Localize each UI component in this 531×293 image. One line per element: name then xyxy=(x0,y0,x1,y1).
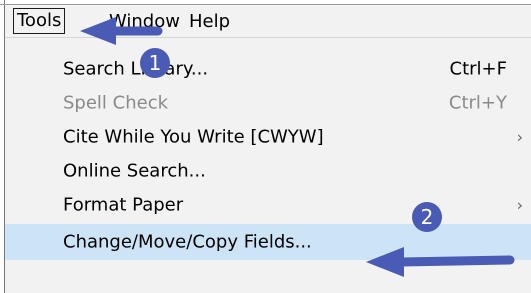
menu-item-shortcut: Ctrl+Y xyxy=(448,92,507,114)
menu-item-label: Search Library... xyxy=(63,58,209,80)
screenshot-frame: Window Help Tools Search Library... Ctrl… xyxy=(0,0,531,293)
menu-item-cite-while-you-write[interactable]: Cite While You Write [CWYW] › xyxy=(5,120,531,154)
menu-item-label: Spell Check xyxy=(63,92,169,114)
menu-window[interactable]: Window xyxy=(105,7,184,37)
chevron-right-icon: › xyxy=(516,127,523,147)
menu-tools[interactable]: Tools xyxy=(13,8,66,34)
menu-item-label: Cite While You Write [CWYW] xyxy=(63,126,324,148)
tools-dropdown-menu: Search Library... Ctrl+F Spell Check Ctr… xyxy=(5,38,531,280)
menu-item-format-paper[interactable]: Format Paper › xyxy=(5,188,531,222)
menu-item-shortcut: Ctrl+F xyxy=(449,58,507,80)
menu-help[interactable]: Help xyxy=(185,7,234,37)
menu-item-label: Format Paper xyxy=(63,194,184,216)
menu-bar: Window Help Tools xyxy=(5,5,531,38)
menu-item-change-move-copy-fields[interactable]: Change/Move/Copy Fields... xyxy=(5,224,531,260)
menu-item-search-library[interactable]: Search Library... Ctrl+F xyxy=(5,52,531,86)
menu-item-label: Change/Move/Copy Fields... xyxy=(63,231,312,253)
menu-item-label: Online Search... xyxy=(63,160,206,182)
menu-item-online-search[interactable]: Online Search... xyxy=(5,154,531,188)
menu-bottom-padding xyxy=(5,280,531,293)
chevron-right-icon: › xyxy=(516,195,523,215)
menu-item-spell-check: Spell Check Ctrl+Y xyxy=(5,86,531,120)
